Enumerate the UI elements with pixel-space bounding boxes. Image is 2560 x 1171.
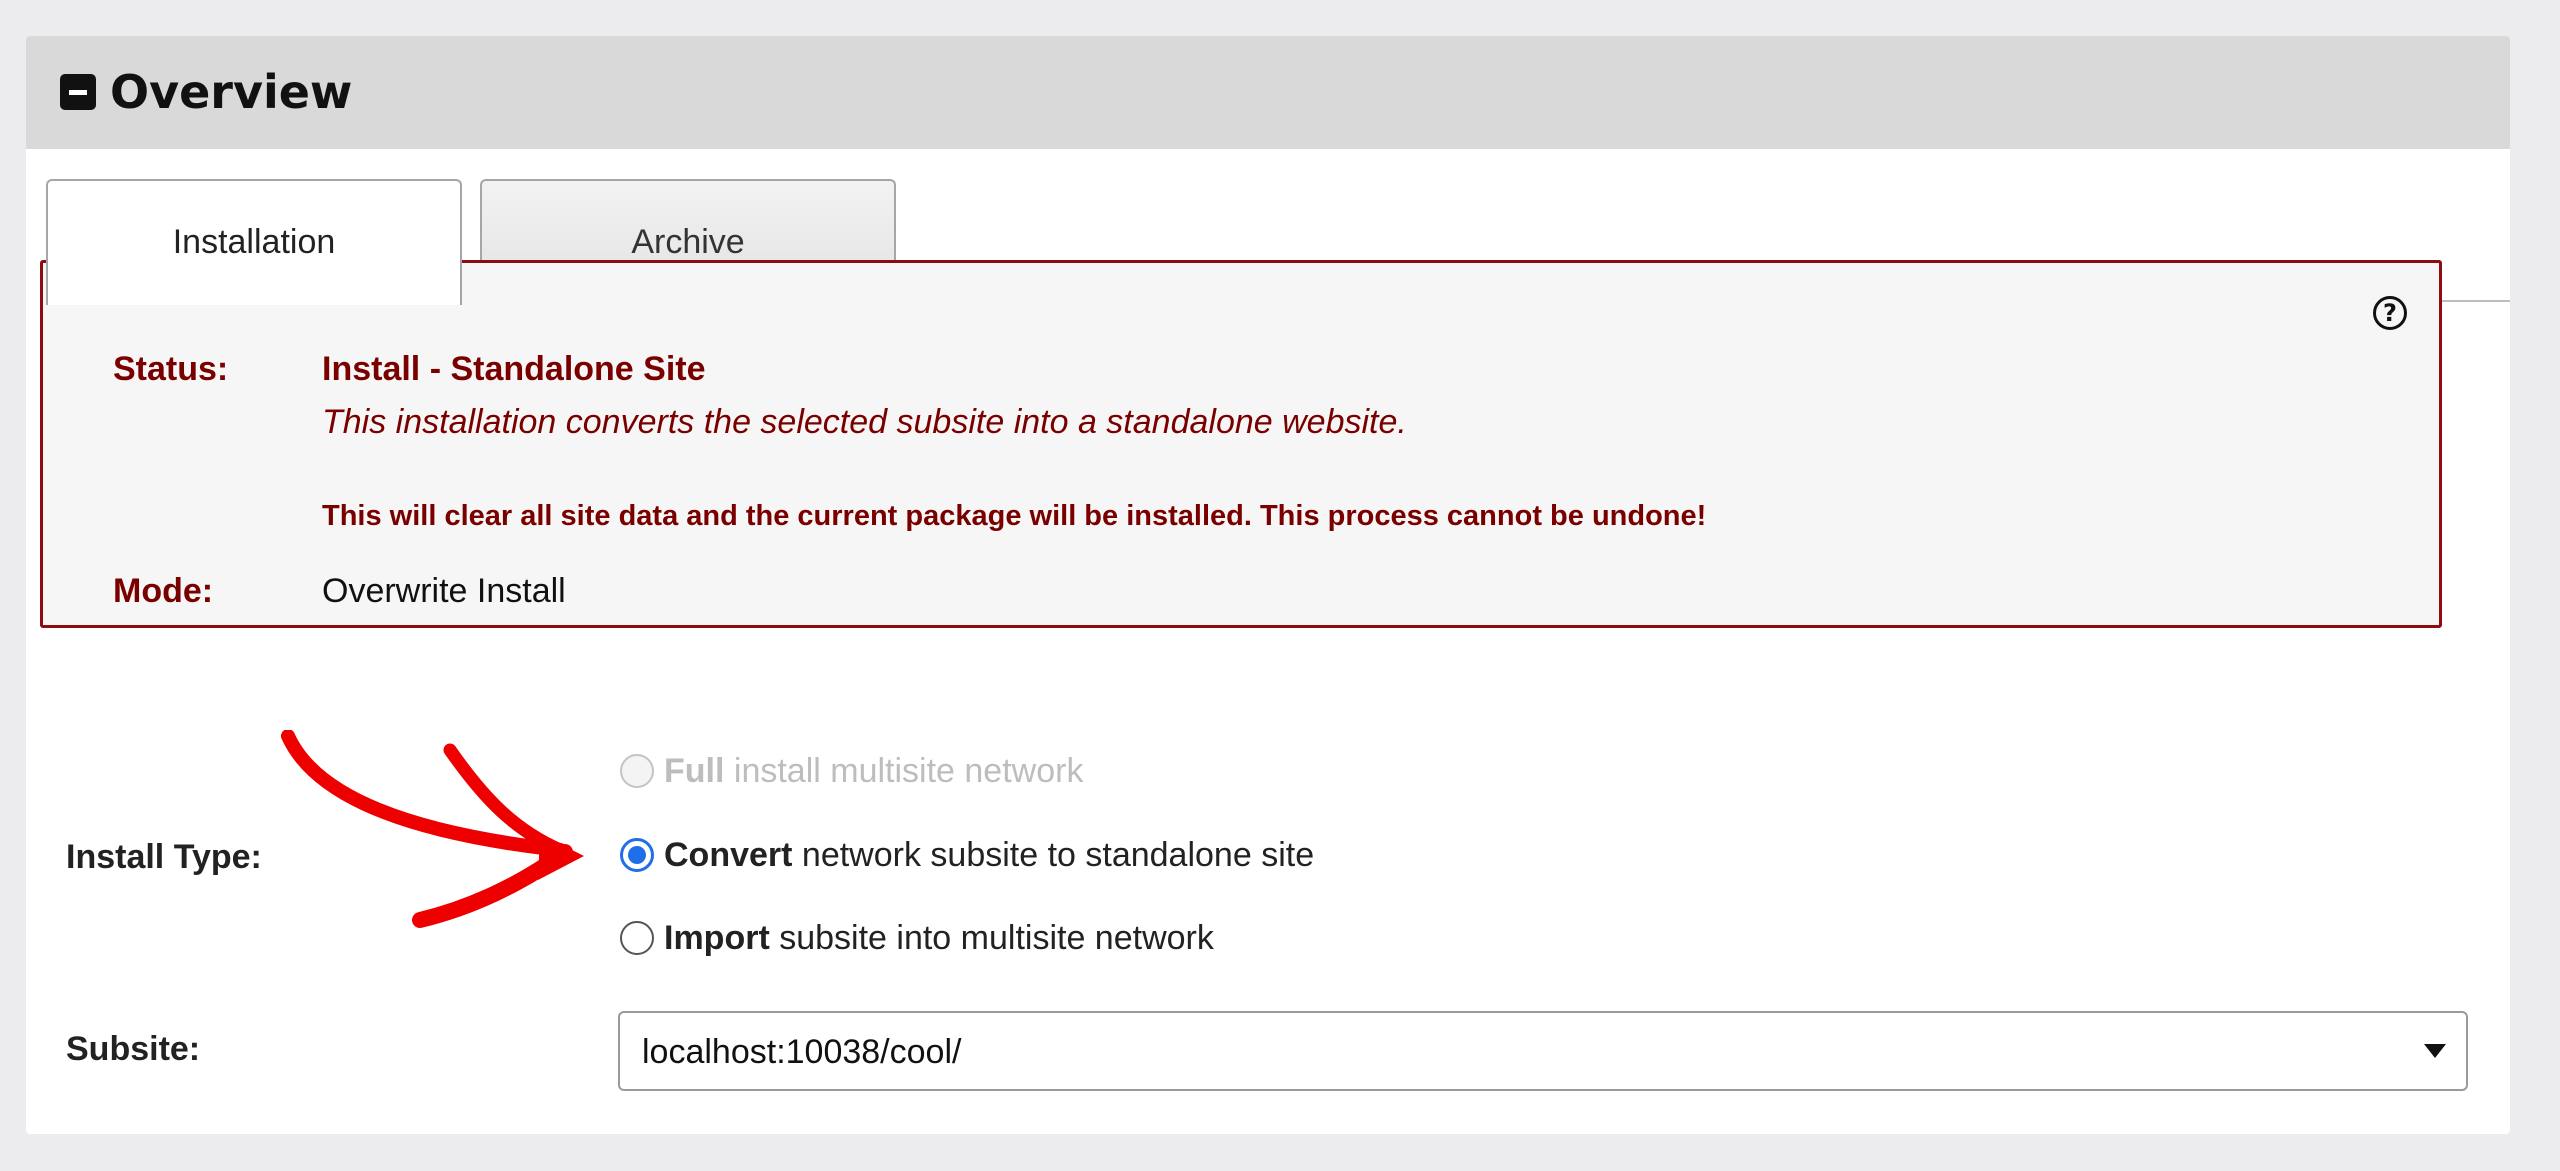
status-description: This installation converts the selected … [322, 403, 1407, 441]
subsite-select-value: localhost:10038/cool/ [642, 1033, 962, 1071]
panel-title: Overview [110, 65, 353, 119]
help-icon[interactable]: ? [2373, 296, 2407, 330]
radio-convert[interactable] [620, 838, 654, 872]
panel-header[interactable]: Overview [26, 36, 2510, 149]
radio-full [620, 754, 654, 788]
install-type-label: Install Type: [66, 838, 262, 876]
status-label: Status: [113, 350, 229, 388]
mode-value: Overwrite Install [322, 572, 566, 610]
radio-import-text[interactable]: Import subsite into multisite network [664, 919, 1214, 958]
tab-installation[interactable]: Installation [46, 179, 462, 305]
subsite-select[interactable]: localhost:10038/cool/ [618, 1011, 2468, 1091]
radio-convert-text[interactable]: Convert network subsite to standalone si… [664, 836, 1314, 875]
radio-full-text: Full install multisite network [664, 752, 1084, 790]
mode-label: Mode: [113, 572, 214, 610]
radio-import[interactable] [620, 921, 654, 955]
status-warning: This will clear all site data and the cu… [322, 500, 1707, 532]
collapse-icon[interactable] [60, 74, 96, 110]
annotation-arrow [281, 730, 584, 928]
subsite-label: Subsite: [66, 1030, 201, 1068]
status-value: Install - Standalone Site [322, 350, 706, 388]
caret-down-icon [2424, 1044, 2446, 1058]
